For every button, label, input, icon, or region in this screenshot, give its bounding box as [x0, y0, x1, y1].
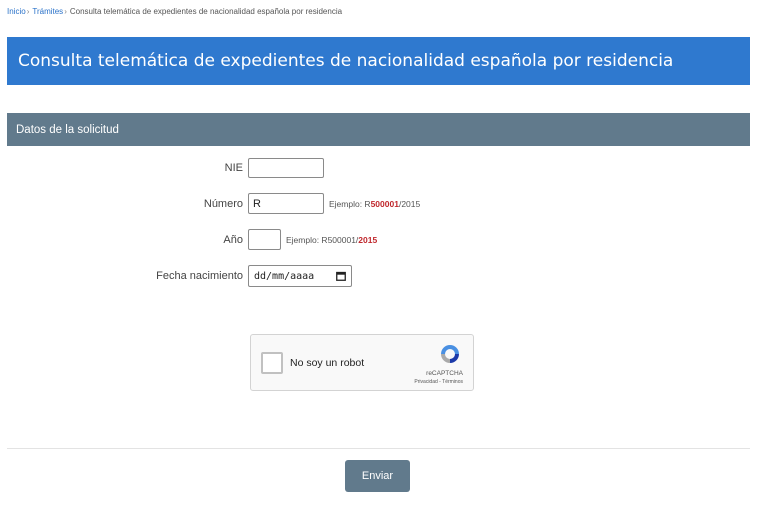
numero-label: Número [203, 198, 243, 210]
fecha-nacimiento-input[interactable]: dd/mm/aaaa [248, 265, 352, 287]
breadcrumb: Inicio› Trámites› Consulta telemática de e… [7, 7, 342, 16]
recaptcha-links-separator: - [439, 379, 441, 385]
numero-hint-highlight: 500001 [370, 199, 399, 209]
breadcrumb-inicio[interactable]: Inicio [7, 7, 26, 16]
submit-button[interactable]: Enviar [345, 460, 410, 492]
section-title: Datos de la solicitud [16, 123, 119, 136]
anio-hint: Ejemplo: R500001/2015 [286, 235, 377, 245]
numero-hint-suffix: /2015 [398, 199, 421, 209]
recaptcha-logo-icon [439, 343, 461, 365]
nie-input[interactable] [248, 158, 324, 178]
breadcrumb-current: Consulta telemática de expedientes de na… [69, 7, 343, 16]
numero-hint-prefix: Ejemplo: R [329, 199, 371, 209]
page-title-bar: Consulta telemática de expedientes de na… [7, 37, 750, 85]
recaptcha-terms-link[interactable]: Términos [442, 379, 463, 385]
anio-label: Año [223, 234, 243, 246]
anio-hint-prefix: Ejemplo: R500001/ [286, 235, 359, 245]
breadcrumb-tramites[interactable]: Trámites [32, 7, 63, 16]
divider [7, 448, 750, 449]
recaptcha-checkbox[interactable] [261, 352, 283, 374]
page-title: Consulta telemática de expedientes de na… [18, 51, 674, 71]
recaptcha-widget: No soy un robot reCAPTCHA Privacidad - T… [250, 334, 474, 391]
recaptcha-links: Privacidad - Términos [414, 379, 463, 385]
fecha-label: Fecha nacimiento [156, 270, 243, 282]
numero-input[interactable] [248, 193, 324, 214]
anio-hint-highlight: 2015 [358, 235, 378, 245]
breadcrumb-separator: › [64, 7, 67, 16]
calendar-icon[interactable] [336, 271, 346, 281]
breadcrumb-separator: › [26, 7, 30, 16]
recaptcha-label: No soy un robot [290, 357, 365, 369]
fecha-placeholder: dd/mm/aaaa [254, 270, 315, 282]
nie-label: NIE [224, 162, 243, 174]
anio-input[interactable] [248, 229, 281, 250]
recaptcha-privacy-link[interactable]: Privacidad [414, 379, 437, 385]
section-header: Datos de la solicitud [7, 113, 750, 146]
numero-hint: Ejemplo: R500001/2015 [329, 199, 420, 209]
recaptcha-brand: reCAPTCHA [426, 370, 463, 377]
